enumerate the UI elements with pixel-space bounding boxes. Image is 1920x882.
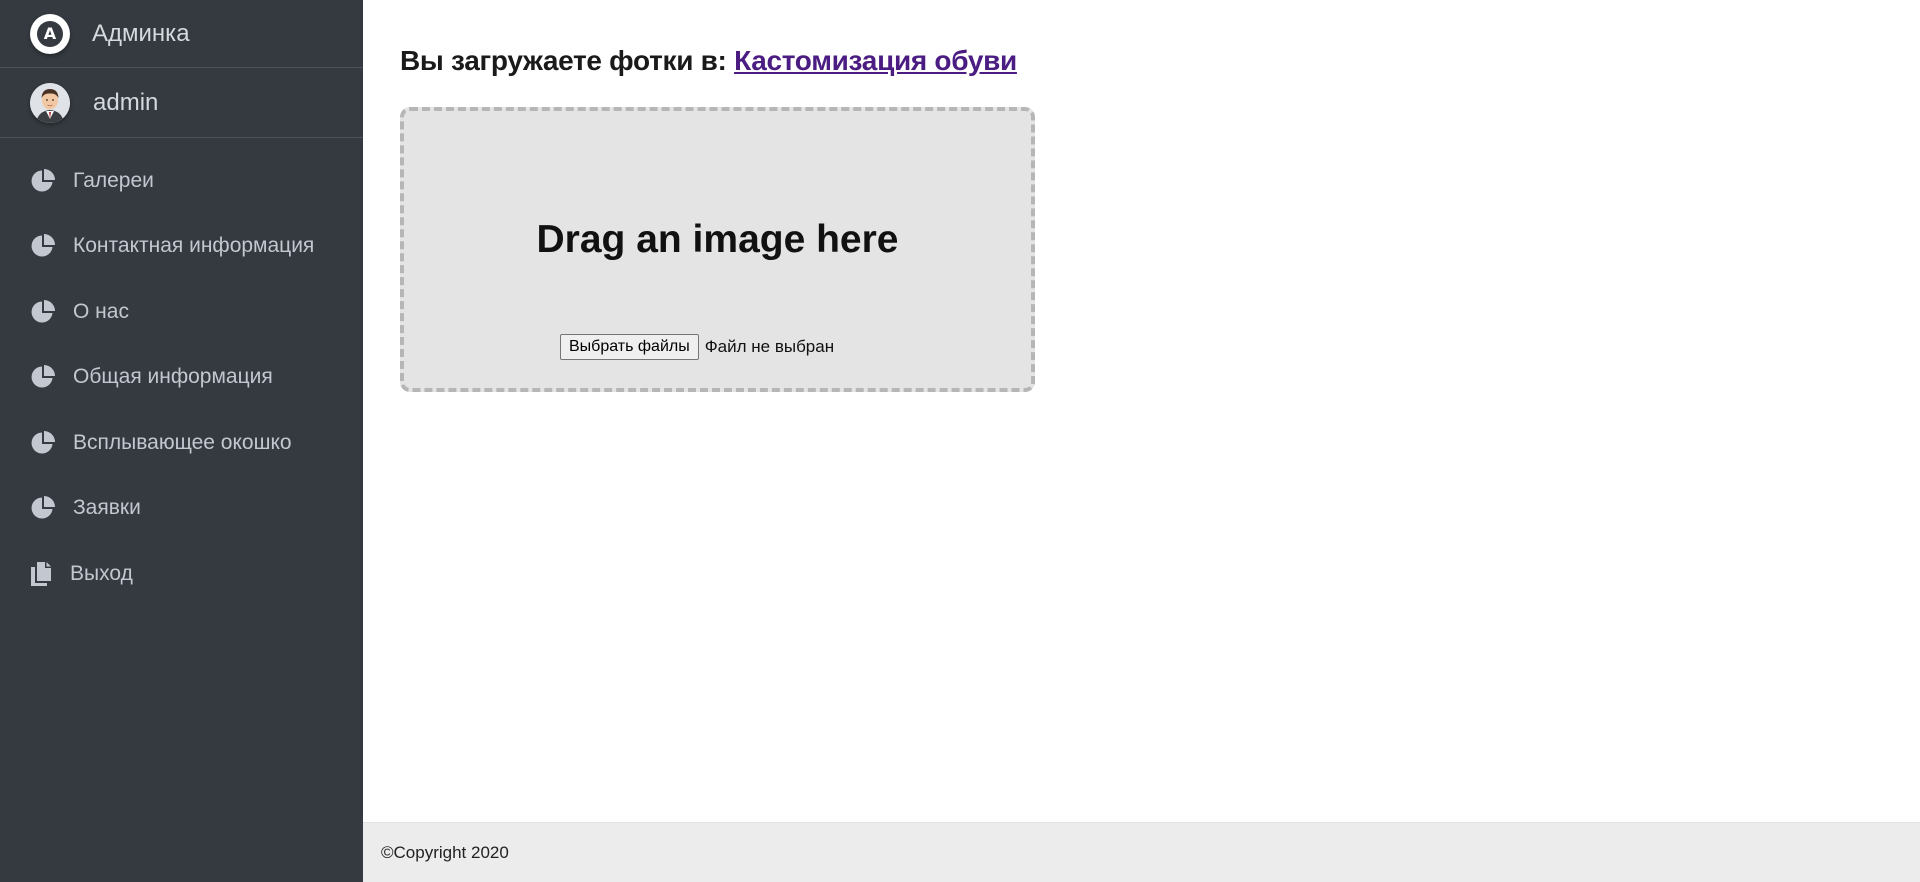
app-layout: A Админка admin Галереи Контактная инфор… [0,0,1920,882]
sidebar-item-popup[interactable]: Всплывающее окошко [0,410,363,476]
brand-link[interactable]: A Админка [0,0,363,68]
pie-chart-icon [30,363,58,391]
pie-chart-icon [30,429,58,457]
sidebar-item-contacts[interactable]: Контактная информация [0,214,363,280]
file-status-text: Файл не выбран [704,337,835,356]
sidebar-item-label: Контактная информация [73,234,315,258]
brand-logo-icon: A [30,13,70,54]
page-title: Вы загружаете фотки в: Кастомизация обув… [400,45,1017,77]
pie-chart-icon [30,232,58,260]
avatar [30,82,70,123]
sidebar-item-label: Галереи [73,168,154,192]
copy-icon [30,560,58,588]
sidebar-item-label: Всплывающее окошко [73,430,292,454]
sidebar-item-general-info[interactable]: Общая информация [0,345,363,411]
sidebar-item-requests[interactable]: Заявки [0,476,363,542]
sidebar-item-label: Общая информация [73,365,273,389]
image-dropzone[interactable]: Drag an image here Выбрать файлы Файл не… [400,107,1035,392]
sidebar: A Админка admin Галереи Контактная инфор… [0,0,363,882]
copyright-text: ©Copyright 2020 [381,842,509,862]
file-input: Выбрать файлы Файл не выбран [560,334,834,360]
pie-chart-icon [30,167,58,195]
sidebar-item-logout[interactable]: Выход [0,541,363,607]
sidebar-item-about[interactable]: О нас [0,279,363,345]
pie-chart-icon [30,298,58,326]
choose-files-button[interactable]: Выбрать файлы [560,334,699,360]
dropzone-text: Drag an image here [536,218,899,261]
gallery-link[interactable]: Кастомизация обуви [734,45,1017,76]
user-panel[interactable]: admin [0,68,363,138]
brand-text: Админка [92,19,190,47]
page-title-prefix: Вы загружаете фотки в: [400,45,727,76]
pie-chart-icon [30,494,58,522]
sidebar-item-galleries[interactable]: Галереи [0,148,363,214]
sidebar-nav: Галереи Контактная информация О нас Обща… [0,138,363,607]
sidebar-item-label: О нас [73,299,129,323]
sidebar-item-label: Заявки [73,496,141,520]
sidebar-item-label: Выход [70,561,133,585]
footer: ©Copyright 2020 [363,822,1920,882]
main-content: Вы загружаете фотки в: Кастомизация обув… [363,0,1920,822]
user-name: admin [93,88,159,116]
